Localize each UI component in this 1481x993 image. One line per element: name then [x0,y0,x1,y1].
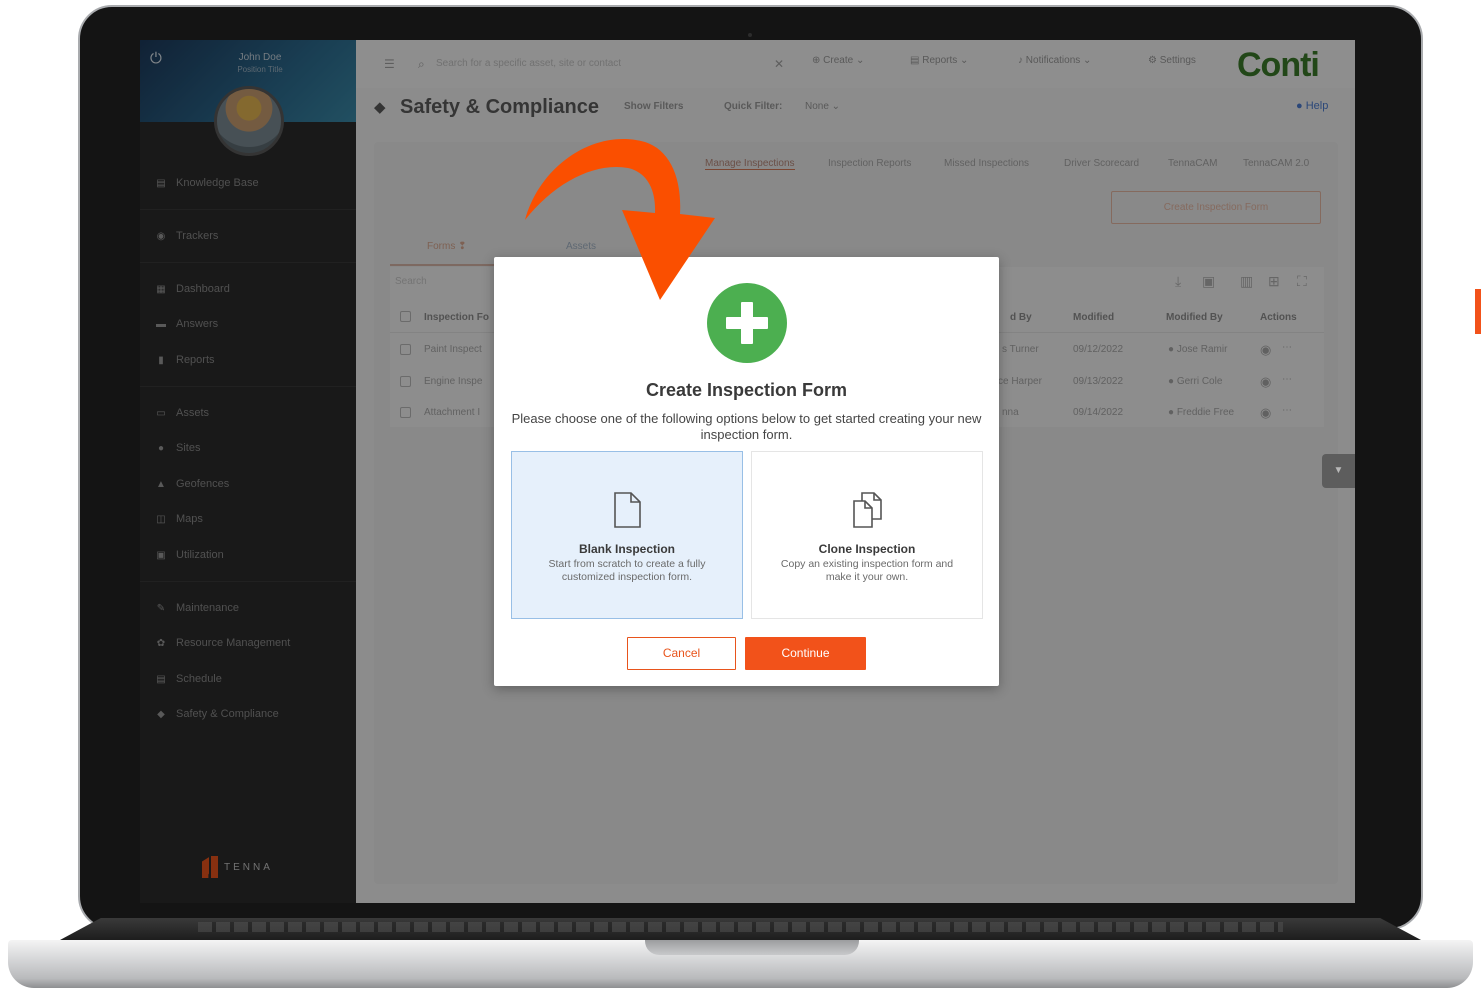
keyboard-keys [198,922,1283,932]
camera-icon [748,33,752,37]
modal-title: Create Inspection Form [645,380,848,400]
filter-drawer-icon[interactable]: ▼ [1322,454,1355,488]
document-icon [614,492,641,528]
plus-bar-vertical [741,302,753,344]
clone-inspection-option[interactable]: Clone Inspection Copy an existing inspec… [751,451,983,619]
annotation-arrow-icon [525,139,715,300]
cancel-button[interactable]: Cancel [627,637,736,670]
copy-documents-icon [853,492,882,528]
option-title: Clone Inspection [818,542,916,556]
laptop-notch [645,940,859,955]
option-description: Copy an existing inspection form and mak… [780,558,954,583]
option-description: Start from scratch to create a fully cus… [548,558,706,583]
blank-inspection-option[interactable]: Blank Inspection Start from scratch to c… [511,451,743,619]
laptop-base [8,918,1473,990]
option-title: Blank Inspection [578,542,676,556]
edge-accent [1475,289,1481,334]
modal-description: Please choose one of the following optio… [511,411,982,442]
create-inspection-modal: Create Inspection Form Please choose one… [494,257,999,686]
continue-button[interactable]: Continue [745,637,866,670]
